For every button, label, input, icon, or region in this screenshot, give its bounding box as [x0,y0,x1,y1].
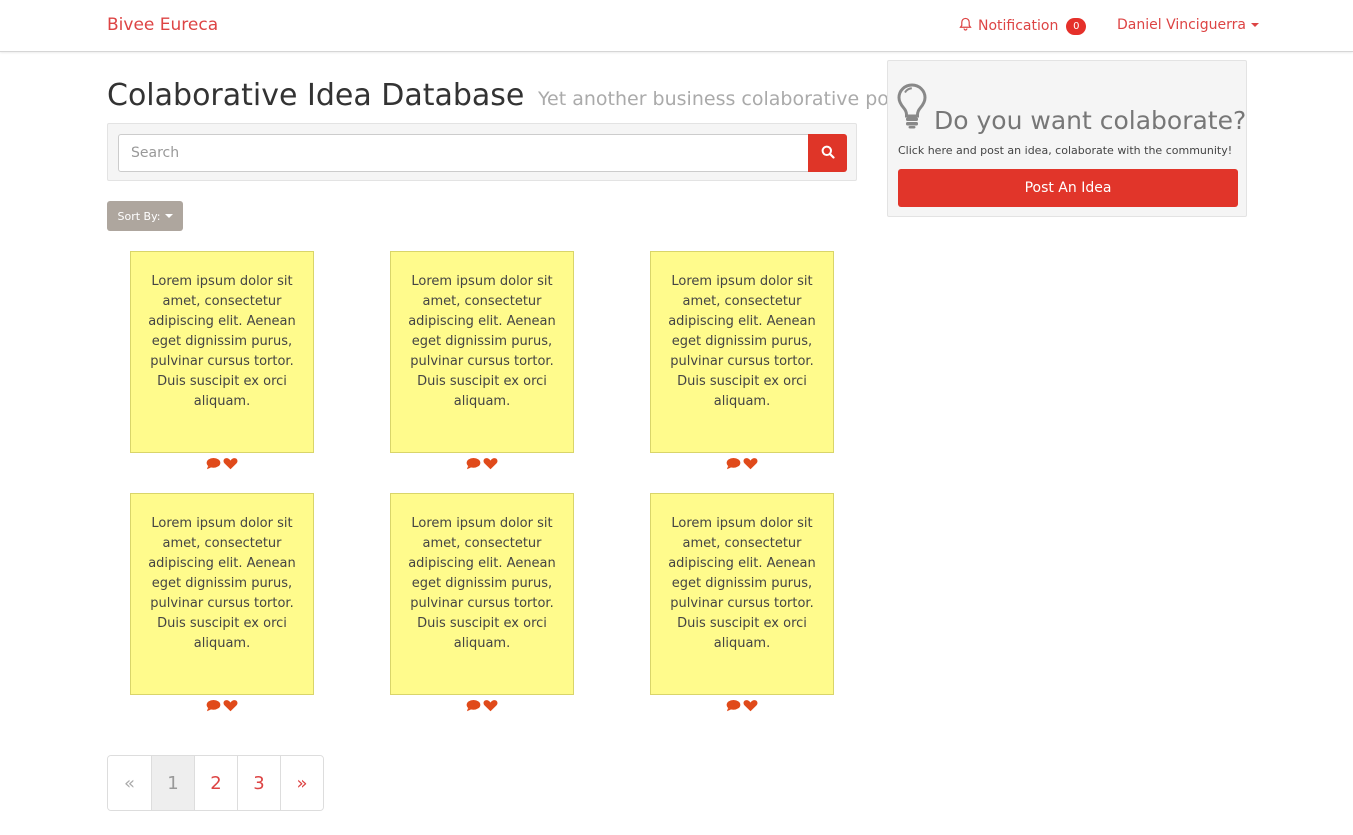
idea-card[interactable]: Lorem ipsum dolor sit amet, consectetur … [650,251,834,453]
pagination-page-1[interactable]: 1 [151,756,194,810]
idea-actions [650,698,834,714]
idea-text: Lorem ipsum dolor sit amet, consectetur … [408,516,556,651]
post-idea-button[interactable]: Post An Idea [898,169,1238,207]
page-subtitle: Yet another business colaborative portal [537,88,922,110]
page-title: Colaborative Idea Database Yet another b… [107,78,921,113]
notification-badge: 0 [1066,17,1087,35]
idea-text: Lorem ipsum dolor sit amet, consectetur … [408,274,556,409]
search-panel [107,123,857,181]
comment-icon[interactable] [206,697,221,716]
page-title-text: Colaborative Idea Database [107,78,525,113]
search-button[interactable] [808,134,847,172]
idea-text: Lorem ipsum dolor sit amet, consectetur … [668,274,816,409]
heart-icon[interactable] [743,455,758,474]
comment-icon[interactable] [726,697,741,716]
heart-icon[interactable] [223,697,238,716]
idea-actions [650,456,834,472]
brand-link[interactable]: Bivee Eureca [107,15,218,35]
comment-icon[interactable] [466,455,481,474]
colaborate-description: Click here and post an idea, colaborate … [898,144,1233,157]
comment-icon[interactable] [206,455,221,474]
navbar: Bivee Eureca Notification 0 Daniel Vinci… [0,0,1353,52]
idea-card[interactable]: Lorem ipsum dolor sit amet, consectetur … [130,251,314,453]
idea-card[interactable]: Lorem ipsum dolor sit amet, consectetur … [650,493,834,695]
heart-icon[interactable] [223,455,238,474]
comment-icon[interactable] [726,455,741,474]
heart-icon[interactable] [483,697,498,716]
notification-link[interactable]: Notification 0 [959,17,1087,35]
bell-icon [959,17,972,35]
idea-card[interactable]: Lorem ipsum dolor sit amet, consectetur … [390,251,574,453]
colaborate-title: Do you want colaborate? [934,106,1247,135]
heart-icon[interactable] [743,697,758,716]
caret-down-icon [164,214,173,218]
sort-by-label: Sort By: [117,209,161,223]
idea-actions [130,456,314,472]
pagination: « 1 2 3 » [107,755,324,811]
idea-actions [130,698,314,714]
heart-icon[interactable] [483,455,498,474]
idea-actions [390,698,574,714]
pagination-next[interactable]: » [280,756,323,810]
idea-text: Lorem ipsum dolor sit amet, consectetur … [148,274,296,409]
comment-icon[interactable] [466,697,481,716]
notification-label: Notification [978,18,1059,34]
idea-card[interactable]: Lorem ipsum dolor sit amet, consectetur … [390,493,574,695]
pagination-prev[interactable]: « [108,756,151,810]
idea-text: Lorem ipsum dolor sit amet, consectetur … [148,516,296,651]
search-input[interactable] [118,134,809,172]
colaborate-panel: Do you want colaborate? Click here and p… [887,60,1247,217]
pagination-page-2[interactable]: 2 [194,756,237,810]
idea-text: Lorem ipsum dolor sit amet, consectetur … [668,516,816,651]
colaborate-heading: Do you want colaborate? [896,83,1246,135]
sort-by-button[interactable]: Sort By: [107,201,183,231]
lightbulb-icon [896,83,934,135]
search-icon [821,145,835,162]
idea-actions [390,456,574,472]
user-name: Daniel Vinciguerra [1117,17,1246,33]
idea-card[interactable]: Lorem ipsum dolor sit amet, consectetur … [130,493,314,695]
user-menu[interactable]: Daniel Vinciguerra [1117,17,1259,33]
pagination-page-3[interactable]: 3 [237,756,280,810]
caret-down-icon [1250,23,1259,27]
